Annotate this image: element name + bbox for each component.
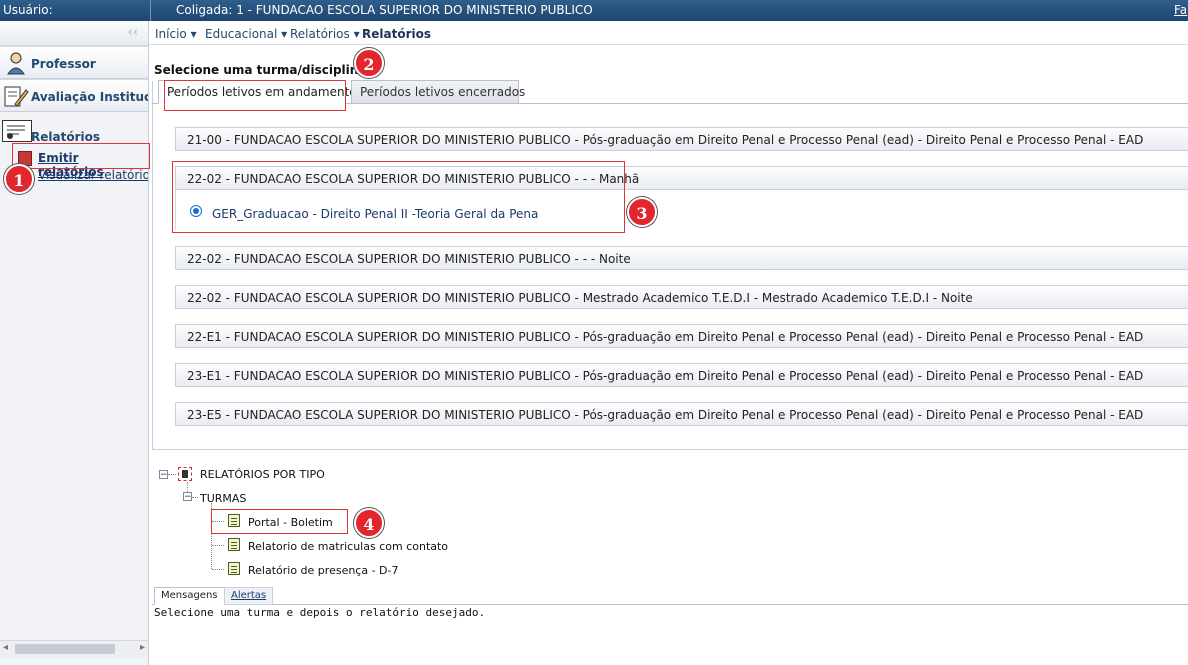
sidebar-collapse-bar: ‹‹ [0, 21, 148, 46]
menu-relatorios[interactable]: Relatórios ▾ [290, 27, 360, 41]
module-professor[interactable]: Professor [0, 46, 148, 79]
collapse-group-icon[interactable]: − [183, 492, 192, 502]
period-row[interactable]: 22-E1 - FUNDACAO ESCOLA SUPERIOR DO MINI… [175, 324, 1188, 348]
message-tabs: Mensagens Alertas [152, 587, 1188, 605]
menu-educacional[interactable]: Educacional ▾ [205, 27, 287, 41]
module-label: Professor [31, 57, 96, 71]
period-row[interactable]: 22-02 - FUNDACAO ESCOLA SUPERIOR DO MINI… [175, 285, 1188, 309]
menu-inicio[interactable]: Início ▾ [155, 27, 197, 41]
select-prompt: Selecione uma turma/disciplina: [154, 63, 372, 77]
period-row[interactable]: 22-02 - FUNDACAO ESCOLA SUPERIOR DO MINI… [175, 246, 1188, 270]
highlight-emitir [12, 143, 150, 169]
professor-icon [7, 52, 25, 75]
period-row[interactable]: 23-E5 - FUNDACAO ESCOLA SUPERIOR DO MINI… [175, 402, 1188, 426]
tree-connector [168, 474, 176, 475]
scroll-left-icon[interactable]: ◂ [3, 642, 8, 653]
annotation-badge-4: 4 [354, 508, 384, 538]
report-presenca[interactable]: Relatório de presença - D-7 [248, 564, 399, 577]
tree-root-label[interactable]: RELATÓRIOS POR TIPO [200, 468, 325, 481]
collapse-root-icon[interactable]: − [159, 470, 168, 480]
module-avaliacao[interactable]: Avaliação Institucional [0, 79, 148, 112]
topbar-divider [150, 0, 151, 21]
menu-label: Relatórios [290, 27, 350, 41]
sidebar: ‹‹ Professor Avaliação Institucional Rel… [0, 21, 149, 665]
report-icon [228, 538, 240, 551]
tree-connector [212, 569, 224, 570]
report-icon [228, 562, 240, 575]
report-matriculas[interactable]: Relatorio de matriculas com contato [248, 540, 448, 553]
tab-mensagens[interactable]: Mensagens [154, 587, 225, 605]
annotation-badge-1: 1 [4, 164, 34, 194]
top-bar: Usuário: Coligada: 1 - FUNDACAO ESCOLA S… [0, 0, 1188, 21]
scroll-thumb[interactable] [15, 644, 115, 654]
period-row[interactable]: 21-00 - FUNDACAO ESCOLA SUPERIOR DO MINI… [175, 127, 1188, 151]
highlight-tab [164, 80, 346, 111]
breadcrumb-menu: Início ▾ Educacional ▾ Relatórios ▾ Rela… [149, 21, 1188, 45]
certificate-icon [2, 120, 32, 142]
coligada-label: Coligada: 1 - FUNDACAO ESCOLA SUPERIOR D… [176, 3, 593, 17]
highlight-portal-boletim [211, 509, 348, 534]
annotation-badge-2: 2 [354, 48, 384, 78]
reports-root-icon [178, 467, 192, 481]
tab-alertas[interactable]: Alertas [224, 587, 274, 605]
menu-label: Início [155, 27, 187, 41]
highlight-discipline [172, 161, 625, 233]
collapse-chevron-icon[interactable]: ‹‹ [128, 25, 138, 40]
user-label: Usuário: [3, 3, 53, 17]
module-label: Avaliação Institucional [31, 90, 148, 104]
reports-label: Relatórios [31, 130, 100, 144]
tree-group-label[interactable]: TURMAS [200, 492, 246, 505]
annotation-badge-3: 3 [627, 197, 657, 227]
message-text: Selecione uma turma e depois o relatório… [154, 606, 486, 619]
menu-label: Educacional [205, 27, 278, 41]
visualizar-relatorios-link[interactable]: Visualizar relatórios [38, 168, 148, 182]
menu-current: Relatórios [362, 27, 431, 41]
tree-connector [192, 497, 198, 498]
pencil-doc-icon [4, 86, 29, 107]
tree-connector [187, 482, 188, 492]
scroll-right-icon[interactable]: ▸ [140, 642, 145, 653]
tab-periodos-encerrados[interactable]: Períodos letivos encerrados [351, 80, 525, 104]
topbar-right-link[interactable]: Fa [1174, 3, 1187, 17]
sidebar-scrollbar[interactable]: ◂ ▸ [0, 640, 148, 658]
period-row[interactable]: 23-E1 - FUNDACAO ESCOLA SUPERIOR DO MINI… [175, 363, 1188, 387]
tree-connector [212, 545, 224, 546]
